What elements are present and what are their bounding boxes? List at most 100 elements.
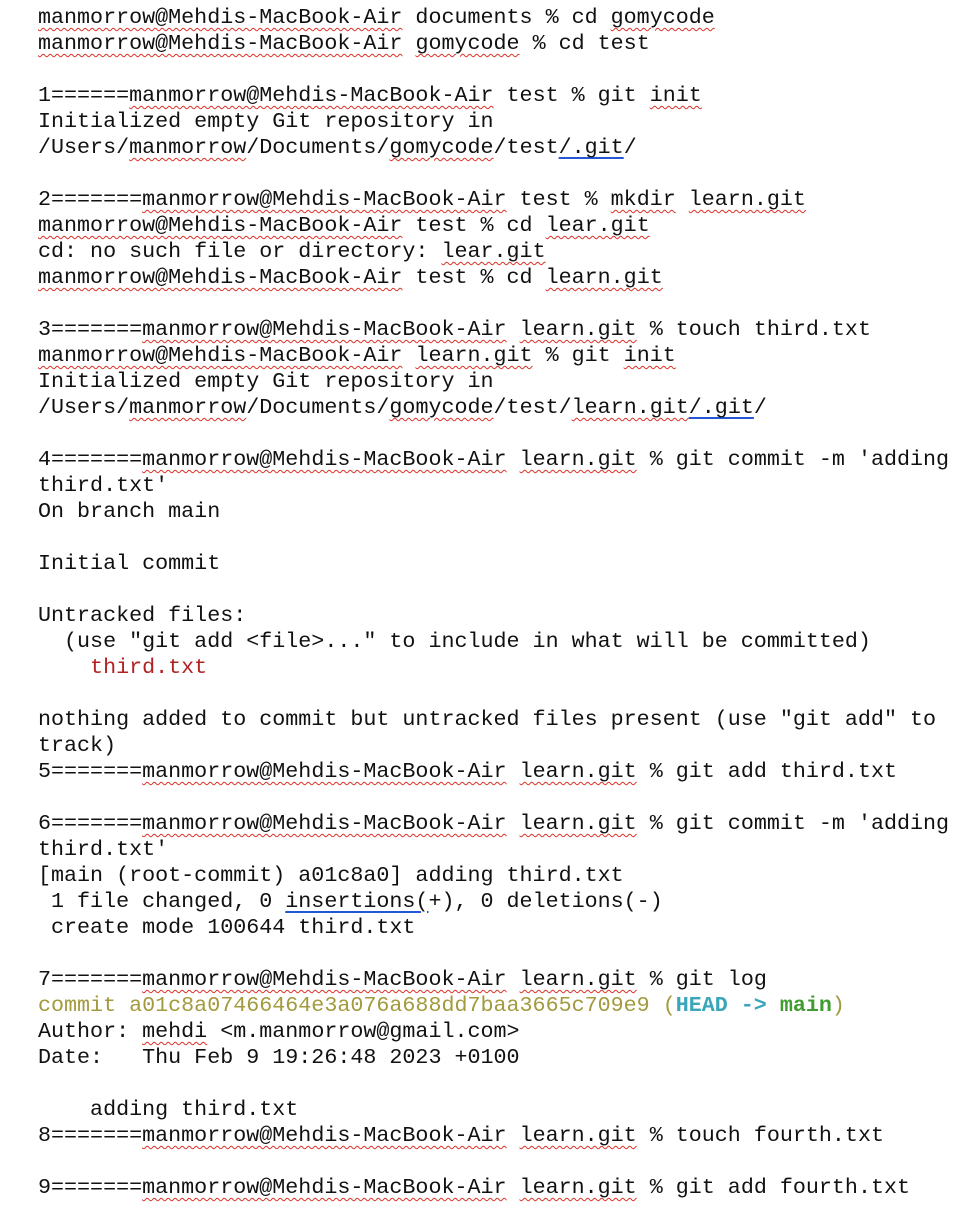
text-segment: % git log xyxy=(636,967,767,992)
text-segment: third.txt' xyxy=(38,837,169,862)
terminal-line: 5=======manmorrow@Mehdis-MacBook-Air lea… xyxy=(38,759,968,785)
spellcheck-flagged-word: manmorrow@Mehdis-MacBook-Air xyxy=(142,187,507,212)
terminal-line: 1======manmorrow@Mehdis-MacBook-Air test… xyxy=(38,83,968,109)
spellcheck-flagged-word: mkdir xyxy=(610,187,676,212)
spellcheck-flagged-word: learn.git xyxy=(688,187,806,212)
text-segment: % git add third.txt xyxy=(636,759,897,784)
text-segment xyxy=(38,655,90,680)
terminal-line: manmorrow@Mehdis-MacBook-Air gomycode % … xyxy=(38,31,968,57)
text-segment: % git commit -m 'adding xyxy=(636,447,950,472)
text-segment: +), 0 deletions(-) xyxy=(428,889,663,914)
text-segment: Initialized empty Git repository in xyxy=(38,369,494,394)
terminal-line: On branch main xyxy=(38,499,968,525)
terminal-line: manmorrow@Mehdis-MacBook-Air test % cd l… xyxy=(38,265,968,291)
terminal-line: Initialized empty Git repository in xyxy=(38,109,968,135)
spellcheck-flagged-word: manmorrow@Mehdis-MacBook-Air xyxy=(129,83,494,108)
text-segment: test % cd xyxy=(402,213,546,238)
spellcheck-flagged-word: mehdi xyxy=(142,1019,208,1044)
spellcheck-flagged-word: manmorrow@Mehdis-MacBook-Air xyxy=(38,213,403,238)
text-segment xyxy=(676,187,689,212)
terminal-line: track) xyxy=(38,733,968,759)
text-segment: /Documents/ xyxy=(246,395,390,420)
spellcheck-flagged-word: learn.git xyxy=(519,1123,637,1148)
text-segment xyxy=(402,31,415,56)
terminal-line: 6=======manmorrow@Mehdis-MacBook-Air lea… xyxy=(38,811,968,837)
text-segment: <m.manmorrow@gmail.com> xyxy=(207,1019,520,1044)
terminal-line: 3=======manmorrow@Mehdis-MacBook-Air lea… xyxy=(38,317,968,343)
text-segment xyxy=(507,447,520,472)
text-segment: Initialized empty Git repository in xyxy=(38,109,494,134)
text-segment: % git xyxy=(532,343,624,368)
text-segment: nothing added to commit but untracked fi… xyxy=(38,707,937,732)
text-segment: (use "git add <file>..." to include in w… xyxy=(38,629,871,654)
text-segment xyxy=(402,343,415,368)
terminal-line: manmorrow@Mehdis-MacBook-Air documents %… xyxy=(38,5,968,31)
spellcheck-flagged-word: manmorrow@Mehdis-MacBook-Air xyxy=(142,1123,507,1148)
underlined-link-text: /.git xyxy=(558,135,624,160)
underlined-link-text: insertions( xyxy=(285,889,429,914)
text-segment xyxy=(507,317,520,342)
terminal-line: third.txt xyxy=(38,655,968,681)
text-segment: create mode 100644 third.txt xyxy=(38,915,416,940)
spellcheck-flagged-word: lear.git xyxy=(441,239,546,264)
spellcheck-flagged-word: learn.git xyxy=(545,265,663,290)
terminal-line: Date: Thu Feb 9 19:26:48 2023 +0100 xyxy=(38,1045,968,1071)
text-segment: 4======= xyxy=(38,447,143,472)
terminal-line: cd: no such file or directory: lear.git xyxy=(38,239,968,265)
spellcheck-flagged-word: learn.git xyxy=(519,317,637,342)
commit-hash-text: commit a01c8a07466464e3a076a688dd7baa366… xyxy=(38,993,676,1018)
text-segment: 5======= xyxy=(38,759,143,784)
text-segment: documents % cd xyxy=(402,5,611,30)
head-ref-label: HEAD -> xyxy=(675,993,780,1018)
terminal-line: Author: mehdi <m.manmorrow@gmail.com> xyxy=(38,1019,968,1045)
text-segment: Initial commit xyxy=(38,551,221,576)
spellcheck-flagged-word: gomycode xyxy=(389,395,494,420)
spellcheck-flagged-word: manmorrow@Mehdis-MacBook-Air xyxy=(142,1175,507,1200)
terminal-line: commit a01c8a07466464e3a076a688dd7baa366… xyxy=(38,993,968,1019)
terminal-transcript-document: manmorrow@Mehdis-MacBook-Air documents %… xyxy=(38,5,968,1201)
text-segment: /test/ xyxy=(493,395,572,420)
terminal-line: 9=======manmorrow@Mehdis-MacBook-Air lea… xyxy=(38,1175,968,1201)
spellcheck-flagged-word: learn.git xyxy=(519,1175,637,1200)
text-segment: On branch main xyxy=(38,499,221,524)
spellcheck-flagged-word: learn.git xyxy=(415,343,533,368)
text-segment: Author: xyxy=(38,1019,143,1044)
text-segment: /test xyxy=(493,135,559,160)
text-segment: cd: no such file or directory: xyxy=(38,239,442,264)
text-segment: 6======= xyxy=(38,811,143,836)
spellcheck-flagged-word: manmorrow@Mehdis-MacBook-Air xyxy=(142,967,507,992)
untracked-file-name: third.txt xyxy=(90,655,208,680)
spellcheck-flagged-word: gomycode xyxy=(389,135,494,160)
spellcheck-flagged-word: manmorrow@Mehdis-MacBook-Air xyxy=(38,31,403,56)
spellcheck-flagged-word: learn.git xyxy=(519,447,637,472)
text-segment: track) xyxy=(38,733,117,758)
spellcheck-flagged-word: manmorrow@Mehdis-MacBook-Air xyxy=(142,447,507,472)
terminal-line: /Users/manmorrow/Documents/gomycode/test… xyxy=(38,135,968,161)
text-segment: /Users/ xyxy=(38,395,130,420)
terminal-line: adding third.txt xyxy=(38,1097,968,1123)
spellcheck-flagged-word: learn.git xyxy=(519,759,637,784)
text-segment: test % cd xyxy=(402,265,546,290)
spellcheck-flagged-word: manmorrow@Mehdis-MacBook-Air xyxy=(38,5,403,30)
text-segment: % touch third.txt xyxy=(636,317,871,342)
text-segment: % cd test xyxy=(519,31,650,56)
text-segment: / xyxy=(753,395,767,420)
spellcheck-flagged-word: manmorrow@Mehdis-MacBook-Air xyxy=(142,811,507,836)
spellcheck-flagged-word: init xyxy=(623,343,676,368)
text-segment: /Users/ xyxy=(38,135,130,160)
text-segment: test % xyxy=(506,187,611,212)
spellcheck-flagged-word: manmorrow@Mehdis-MacBook-Air xyxy=(142,317,507,342)
spellcheck-flagged-word: gomycode xyxy=(610,5,715,30)
spellcheck-flagged-word: manmorrow@Mehdis-MacBook-Air xyxy=(38,343,403,368)
text-segment: % touch fourth.txt xyxy=(636,1123,884,1148)
text-segment xyxy=(507,759,520,784)
terminal-line: 7=======manmorrow@Mehdis-MacBook-Air lea… xyxy=(38,967,968,993)
